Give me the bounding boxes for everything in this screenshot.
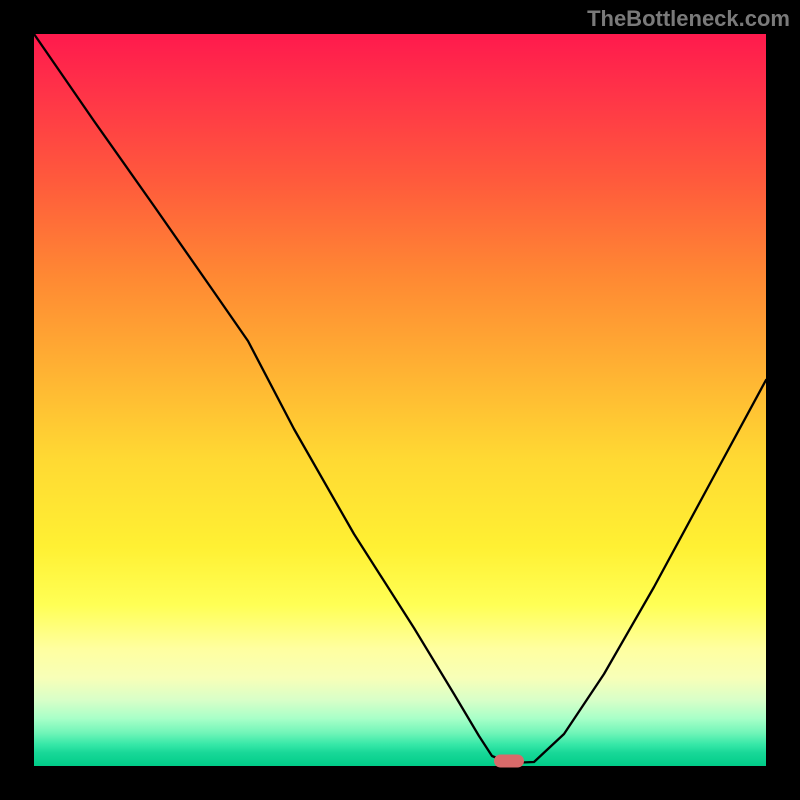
plot-area [34,34,766,766]
watermark-text: TheBottleneck.com [587,6,790,32]
bottleneck-curve [34,34,766,766]
optimal-point-marker [494,755,524,768]
chart-frame: TheBottleneck.com [0,0,800,800]
